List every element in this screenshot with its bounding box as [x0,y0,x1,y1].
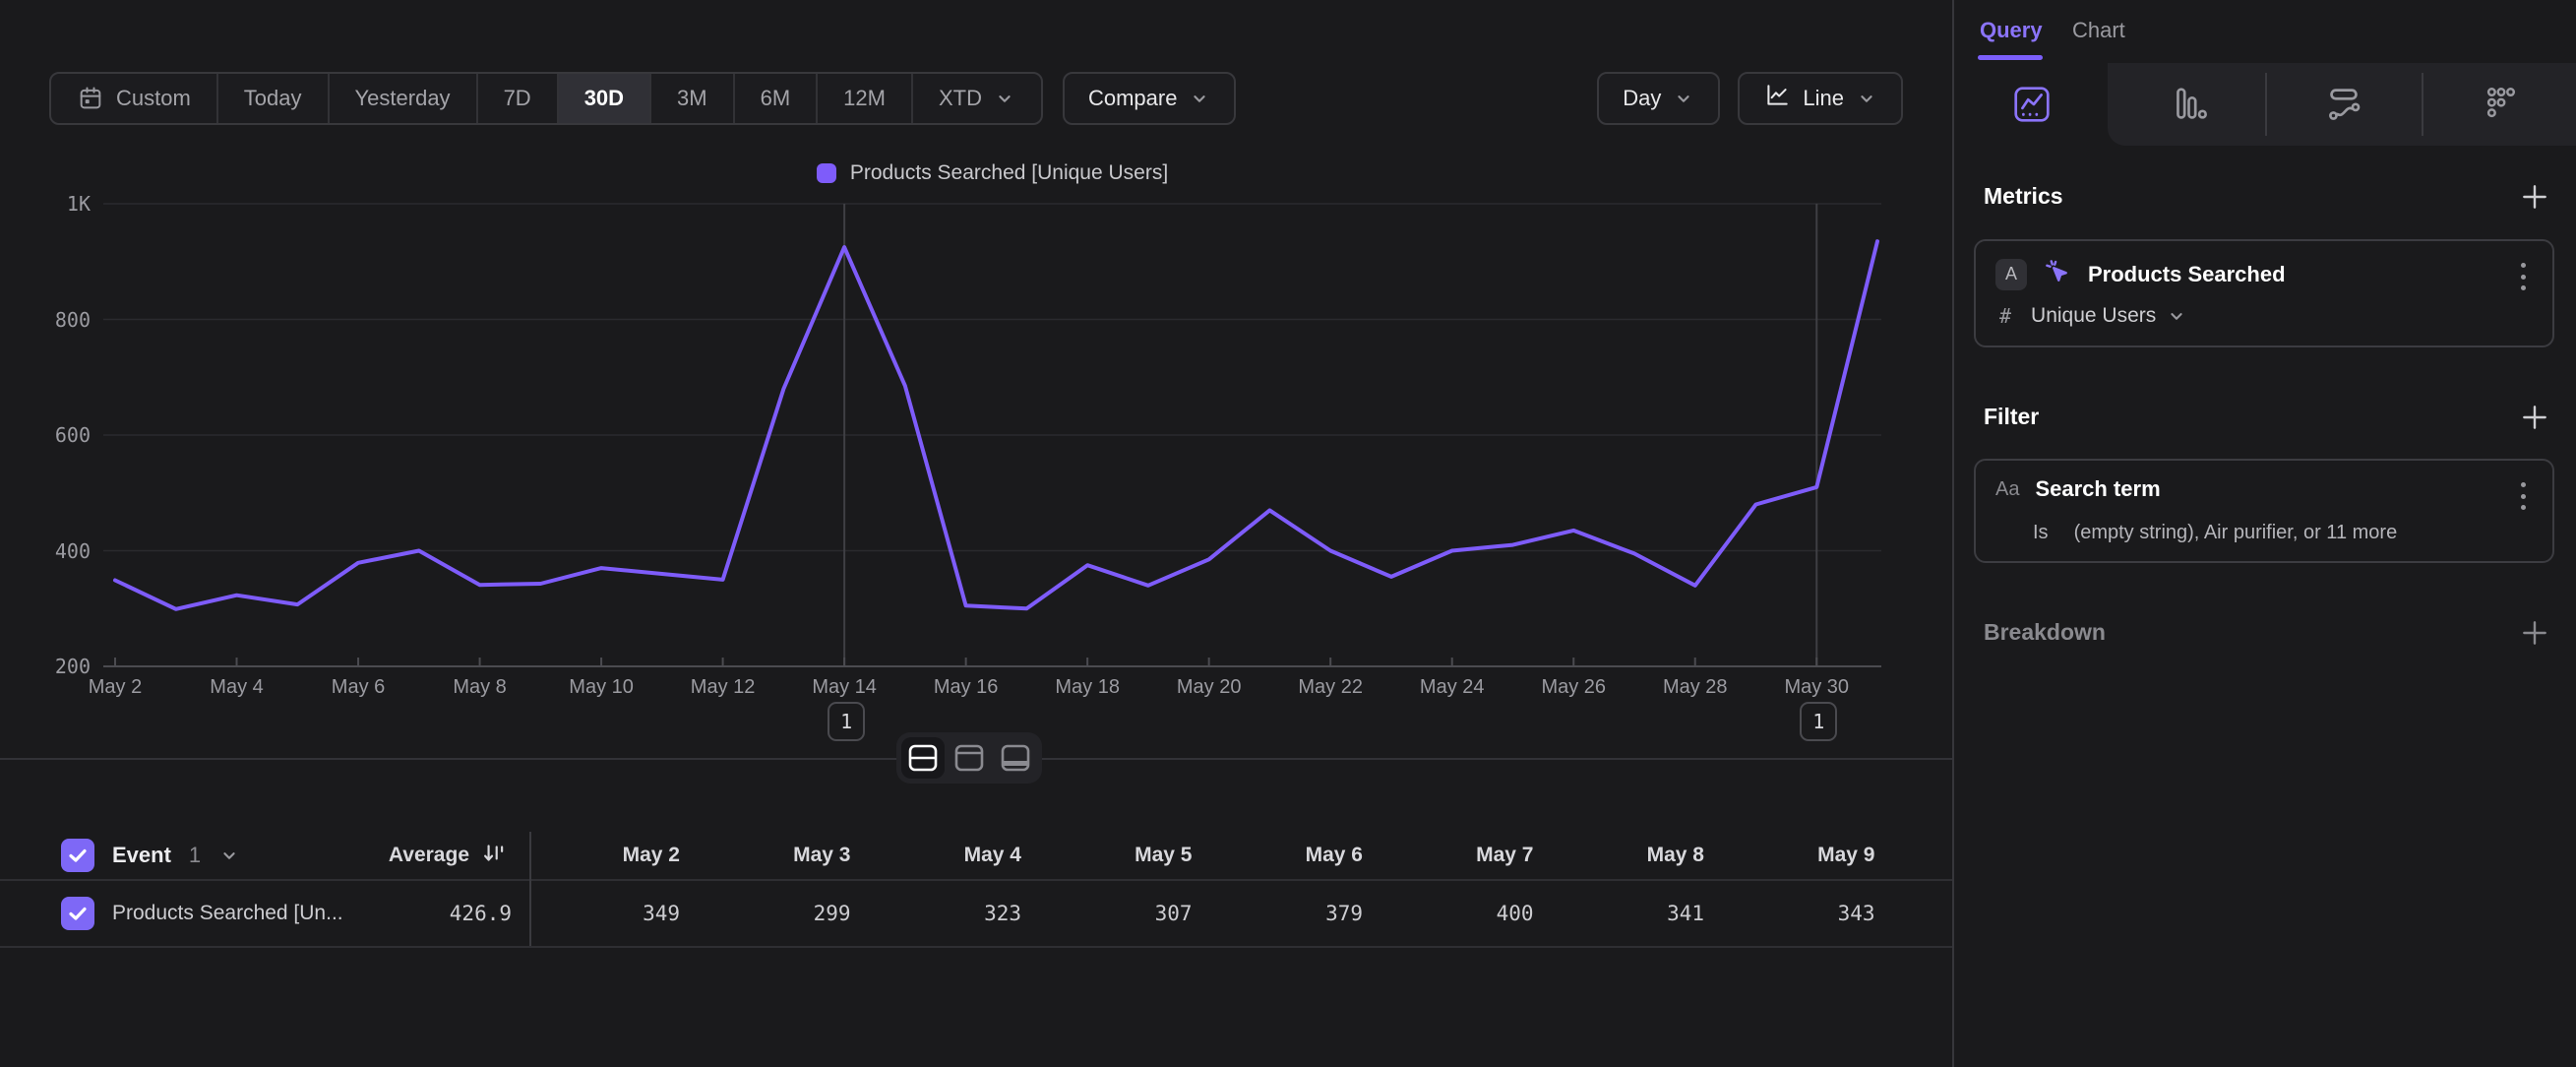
tab-chart[interactable]: Chart [2072,18,2125,43]
add-breakdown-button[interactable] [2519,617,2550,649]
filter-property-name: Search term [2035,476,2160,502]
table-value-cell: 349 [529,881,680,946]
x-axis-label: May 26 [1504,676,1642,699]
date-column-header[interactable]: May 9 [1725,832,1875,879]
main-panel: CustomTodayYesterday7D30D3M6M12MXTD Comp… [0,0,1952,1067]
filter-card[interactable]: Aa Search term Is (empty string), Air pu… [1974,459,2554,563]
filter-operator[interactable]: Is [2033,522,2049,544]
x-axis-label: May 2 [46,676,184,699]
date-column-header[interactable]: May 7 [1383,832,1534,879]
date-column-header[interactable]: May 8 [1554,832,1704,879]
filter-value[interactable]: (empty string), Air purifier, or 11 more [2074,522,2398,544]
average-header-label: Average [389,844,469,867]
table-value-cell: 343 [1725,881,1875,946]
x-axis-label: May 4 [168,676,306,699]
layout-toggle-chart-only-icon[interactable] [948,737,991,779]
select-all-checkbox[interactable] [61,839,94,872]
strip-separator [2422,73,2423,136]
query-sidebar: Query Chart Metrics A Products Searched … [1952,0,2576,1067]
y-axis-label: 600 [18,423,91,447]
y-axis-label: 800 [18,308,91,332]
average-header[interactable]: Average [295,832,507,879]
table-value-cell: 400 [1383,881,1534,946]
metric-event-name: Products Searched [2088,262,2286,287]
add-metric-button[interactable] [2519,181,2550,213]
aggregation-dropdown[interactable]: Unique Users [2031,304,2187,328]
x-axis-label: May 24 [1383,676,1521,699]
strip-separator [2265,73,2267,136]
y-axis-label: 400 [18,539,91,563]
x-axis-label: May 14 [775,676,913,699]
metric-card[interactable]: A Products Searched # Unique Users [1974,239,2554,347]
filter-heading: Filter [1984,404,2039,430]
x-axis-label: May 12 [654,676,792,699]
table-column-divider [529,832,531,946]
x-axis-label: May 6 [289,676,427,699]
table-header-row: Event 1 Average May 2 May 3 May 4 May 5 May … [0,832,1952,879]
add-filter-button[interactable] [2519,402,2550,433]
annotation-badge[interactable]: 1 [1800,702,1837,741]
x-axis-label: May 20 [1140,676,1278,699]
table-value-cell: 299 [701,881,851,946]
metric-card-row2: # Unique Users [1999,304,2187,328]
layout-toggle-table-only-icon[interactable] [994,737,1037,779]
chevron-down-icon[interactable] [218,845,240,866]
table-row-border [0,946,1952,948]
breakdown-heading: Breakdown [1984,619,2106,646]
x-axis-label: May 28 [1626,676,1764,699]
line-chart [0,0,1952,768]
table-value-cell: 323 [871,881,1021,946]
chart-type-tab-funnels-icon[interactable] [2165,81,2212,128]
tab-query[interactable]: Query [1980,18,2043,43]
x-axis-label: May 30 [1748,676,1885,699]
layout-toggle-group [896,732,1042,784]
table-row: Products Searched [Un... 426.9 349299323… [0,881,1952,946]
metrics-heading: Metrics [1984,183,2063,210]
date-column-header[interactable]: May 2 [529,832,680,879]
table-value-cell: 341 [1554,881,1704,946]
metric-letter-badge: A [1995,259,2027,290]
annotation-badge[interactable]: 1 [828,702,865,741]
metric-card-row1: A Products Searched [1995,257,2286,291]
date-column-header[interactable]: May 4 [871,832,1021,879]
x-axis-label: May 18 [1018,676,1156,699]
date-column-header[interactable]: May 6 [1212,832,1363,879]
table-header-border [0,879,1952,881]
x-axis-label: May 10 [532,676,670,699]
filter-options-kebab-icon[interactable] [2511,482,2535,510]
y-axis-label: 200 [18,655,91,678]
x-axis-label: May 16 [897,676,1035,699]
chevron-down-icon [2166,305,2187,327]
active-tab-underline [1978,55,2043,60]
layout-toggle-split-view-icon[interactable] [901,737,945,779]
row-checkbox[interactable] [61,897,94,930]
sort-icon [481,841,507,871]
string-property-icon: Aa [1995,478,2019,501]
table-value-cell: 307 [1042,881,1193,946]
metric-options-kebab-icon[interactable] [2511,263,2535,290]
event-header-cluster: Event 1 [61,832,240,879]
aggregation-type-icon: # [1999,304,2011,328]
event-count: 1 [189,843,201,868]
date-column-header[interactable]: May 3 [701,832,851,879]
event-cursor-icon [2043,257,2072,291]
row-average-value: 426.9 [300,881,512,946]
y-axis-label: 1K [18,192,91,216]
chart-type-tab-flows-icon[interactable] [2320,81,2367,128]
x-axis-label: May 8 [411,676,549,699]
data-line-products-searched[interactable] [115,241,1877,609]
date-column-header[interactable]: May 5 [1042,832,1193,879]
table-value-cell: 379 [1212,881,1363,946]
x-axis-label: May 22 [1261,676,1399,699]
insights-report-app: CustomTodayYesterday7D30D3M6M12MXTD Comp… [0,0,2576,1067]
chart-type-tab-retention-icon[interactable] [2477,81,2524,128]
chart-type-tab-insights-icon[interactable] [2008,81,2055,128]
filter-card-row2: Is (empty string), Air purifier, or 11 m… [2033,522,2397,544]
event-header-label: Event [112,843,171,868]
aggregation-label: Unique Users [2031,304,2156,328]
filter-card-row1: Aa Search term [1995,476,2161,502]
